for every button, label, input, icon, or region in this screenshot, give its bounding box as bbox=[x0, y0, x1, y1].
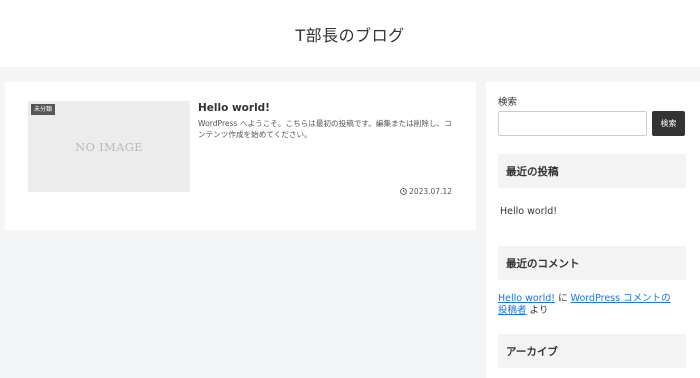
recent-comment-line-2: 投稿者 より bbox=[498, 305, 693, 317]
post-snippet: WordPress へようこそ。こちらは最初の投稿です。編集または削除し、コンテ… bbox=[198, 119, 452, 139]
comment-post-link[interactable]: Hello world! bbox=[498, 293, 555, 304]
commenter-link-part1[interactable]: WordPress コメントの bbox=[571, 293, 671, 304]
post-date-text: 2023.07.12 bbox=[409, 187, 452, 196]
commenter-link-part2[interactable]: 投稿者 bbox=[498, 305, 527, 316]
search-input[interactable] bbox=[498, 111, 647, 136]
recent-comments-heading: 最近のコメント bbox=[498, 246, 686, 280]
comment-on-text: に bbox=[558, 293, 568, 304]
sidebar: 検索 検索 最近の投稿 Hello world! 最近のコメント Hello w… bbox=[486, 82, 700, 378]
recent-posts-heading: 最近の投稿 bbox=[498, 154, 686, 188]
post-title[interactable]: Hello world! bbox=[198, 101, 452, 115]
search-button[interactable]: 検索 bbox=[652, 111, 685, 136]
site-header: T部長のブログ bbox=[0, 0, 700, 67]
entry-card[interactable]: NO IMAGE 未分類 Hello world! WordPress へようこ… bbox=[28, 101, 452, 214]
site-title-link[interactable]: T部長のブログ bbox=[295, 22, 404, 46]
post-thumbnail[interactable]: NO IMAGE 未分類 bbox=[28, 101, 190, 192]
thumbnail-placeholder-text: NO IMAGE bbox=[75, 139, 143, 154]
category-badge: 未分類 bbox=[31, 104, 56, 115]
archives-heading: アーカイブ bbox=[498, 334, 686, 368]
search-widget-label: 検索 bbox=[498, 97, 518, 108]
recent-comment-line-1: Hello world! に WordPress コメントの bbox=[498, 293, 693, 305]
post-date: 2023.07.12 bbox=[400, 187, 452, 196]
clock-icon bbox=[400, 188, 407, 195]
recent-post-link[interactable]: Hello world! bbox=[500, 206, 557, 217]
main-content: NO IMAGE 未分類 Hello world! WordPress へようこ… bbox=[5, 82, 476, 230]
comment-suffix-text: より bbox=[529, 305, 549, 316]
